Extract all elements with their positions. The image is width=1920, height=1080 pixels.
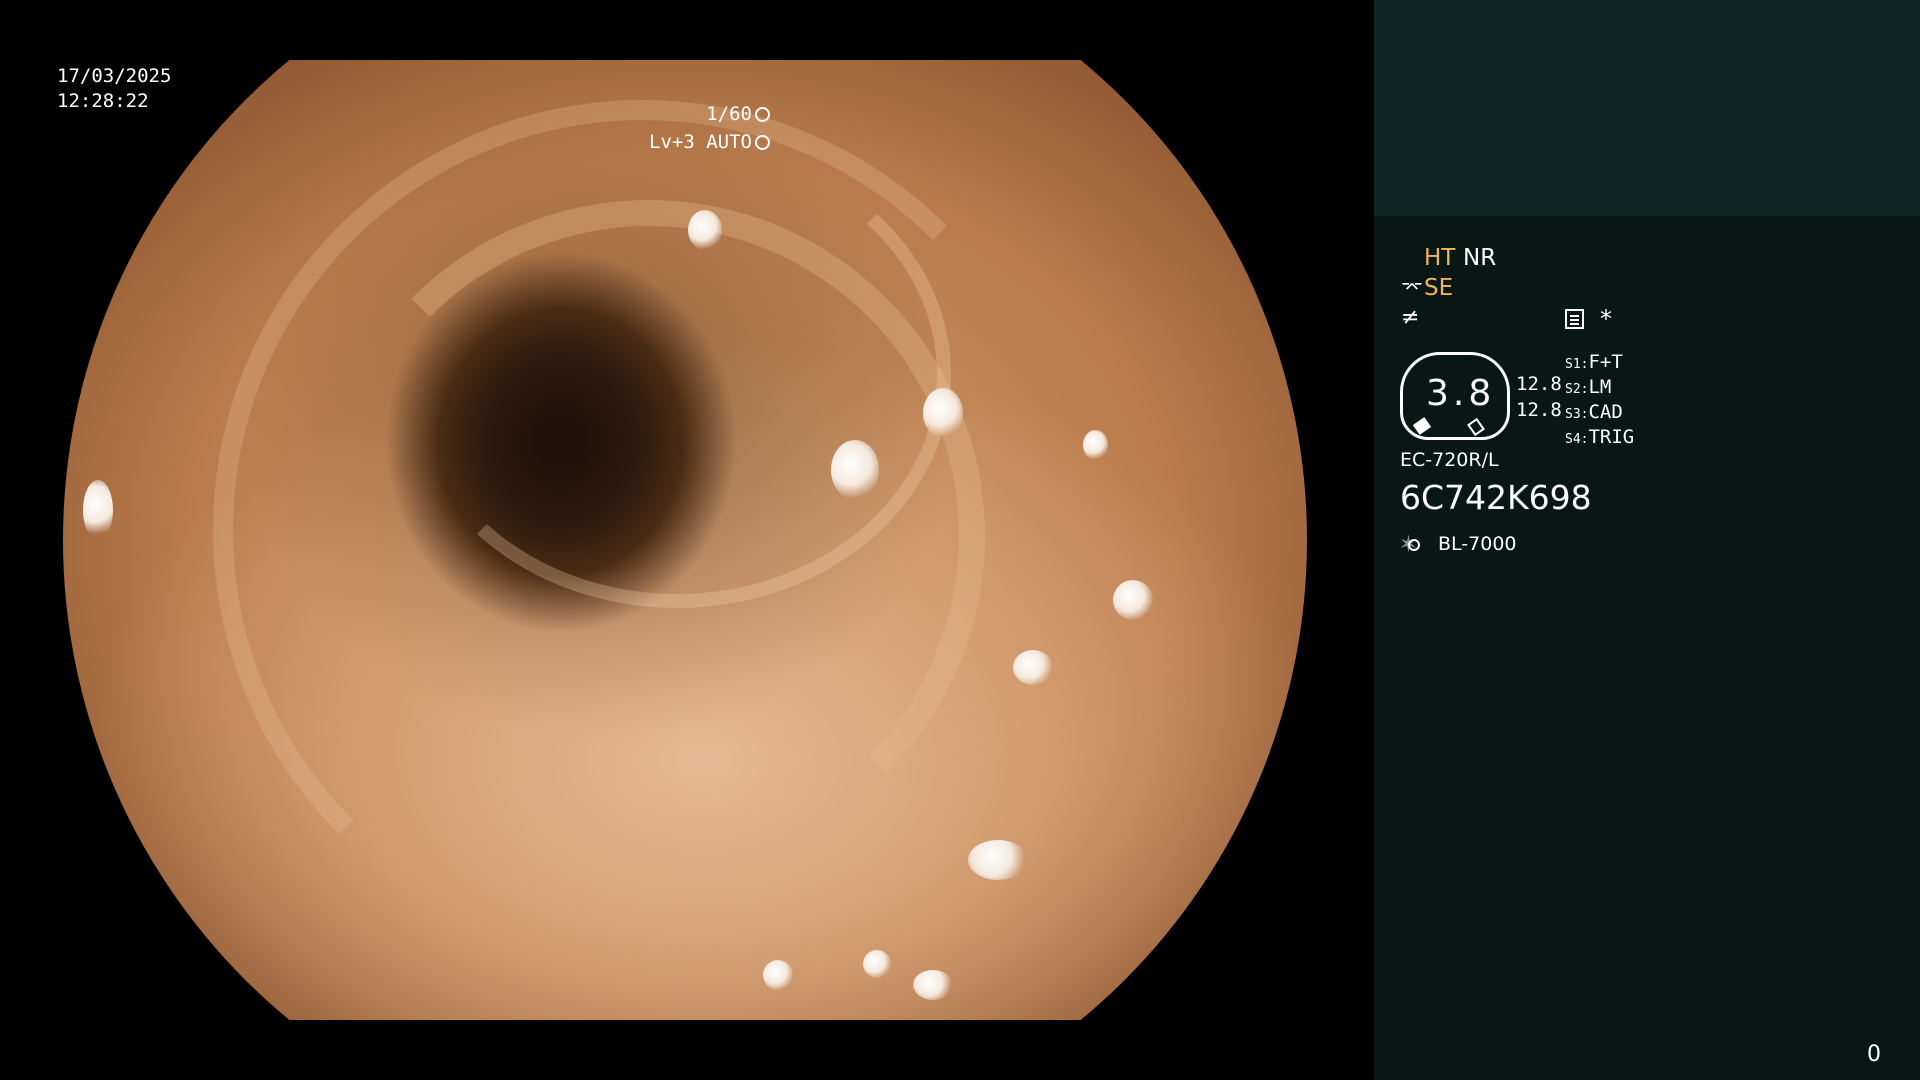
timestamp: 17/03/2025 12:28:22 xyxy=(57,64,171,114)
light-source: BL-7000 xyxy=(1438,533,1517,555)
level: Lv+3 AUTO xyxy=(649,131,752,153)
ht-mode: HT xyxy=(1424,245,1456,271)
time: 12:28:22 xyxy=(57,90,149,112)
shutter: 1/60 xyxy=(706,103,752,125)
document-icon xyxy=(1565,309,1584,329)
se-icon: ⌤ xyxy=(1401,277,1423,299)
exposure-info: 1/60 Lv+3 AUTO xyxy=(649,100,770,156)
reflection xyxy=(1113,580,1153,620)
reflection xyxy=(1013,650,1053,685)
endoscope-image xyxy=(63,60,1307,1020)
endoscopy-view: 17/03/2025 12:28:22 1/60 Lv+3 AUTO xyxy=(0,0,1372,1080)
reflection xyxy=(968,840,1028,880)
frame-counter: 0 xyxy=(1867,1042,1881,1067)
reflection xyxy=(863,950,891,978)
gauge-reading-2: 12.8 xyxy=(1516,399,1562,421)
iris-icon xyxy=(755,135,770,150)
reflection xyxy=(923,388,963,438)
nr-mode: NR xyxy=(1463,245,1497,271)
mucosa-fold xyxy=(403,140,951,608)
star-indicator: * xyxy=(1600,305,1612,333)
reflection xyxy=(763,960,793,990)
switch-s4: S4:TRIG xyxy=(1565,426,1635,448)
sun-icon xyxy=(1400,526,1424,559)
info-panel xyxy=(1374,216,1920,1080)
aperture-icon xyxy=(755,107,770,122)
se-mode: SE xyxy=(1424,275,1454,301)
reflection xyxy=(1083,430,1108,460)
switch-s3: S3:CAD xyxy=(1565,401,1623,423)
date: 17/03/2025 xyxy=(57,65,172,87)
reflection xyxy=(688,210,722,250)
reflection xyxy=(913,970,953,1000)
scope-model: EC-720R/L xyxy=(1400,449,1499,471)
reflection xyxy=(83,480,113,540)
reflection xyxy=(831,440,879,500)
switch-s1: S1:F+T xyxy=(1565,351,1623,373)
not-equal-filter-icon: ≠ xyxy=(1401,305,1420,330)
gauge-value: 3.8 xyxy=(1426,373,1496,414)
switch-s2: S2:LM xyxy=(1565,376,1612,398)
gauge-reading-1: 12.8 xyxy=(1516,373,1562,395)
info-panel-header xyxy=(1374,0,1920,216)
scope-serial: 6C742K698 xyxy=(1400,478,1592,517)
